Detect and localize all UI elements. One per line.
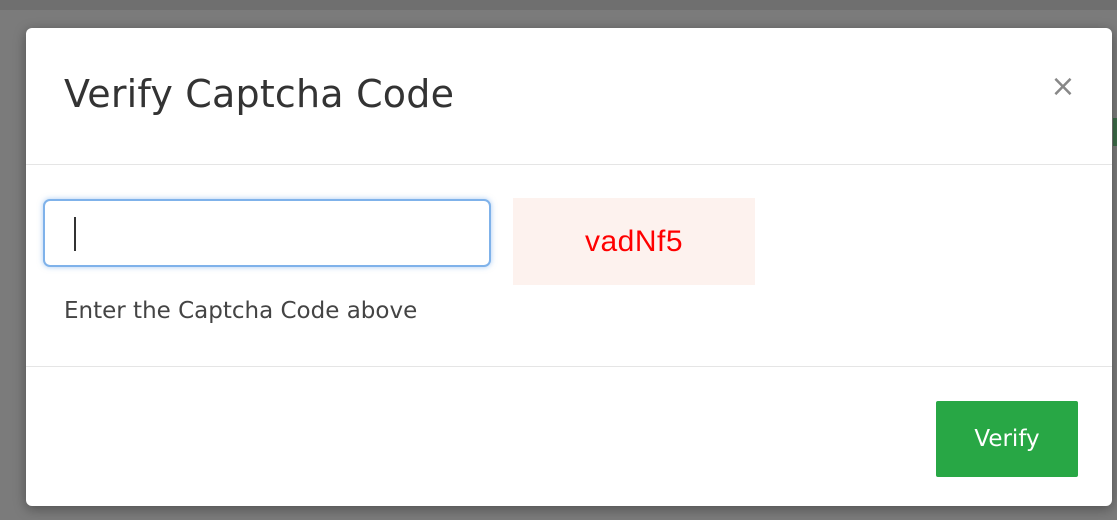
verify-button[interactable]: Verify <box>936 401 1078 477</box>
modal-header: Verify Captcha Code × <box>26 28 1112 165</box>
modal-footer: Verify <box>26 367 1112 506</box>
backdrop-top-strip <box>0 0 1117 10</box>
captcha-help-text: Enter the Captcha Code above <box>64 298 418 324</box>
text-caret <box>74 217 76 251</box>
captcha-code-box: vadNf5 <box>513 198 755 285</box>
close-icon[interactable]: × <box>1048 72 1078 102</box>
captcha-input[interactable] <box>43 199 491 267</box>
backdrop-accent <box>1113 118 1117 146</box>
modal-title: Verify Captcha Code <box>64 72 455 116</box>
captcha-modal: Verify Captcha Code × vadNf5 Enter the C… <box>26 28 1112 506</box>
captcha-code: vadNf5 <box>584 224 684 258</box>
modal-body: vadNf5 Enter the Captcha Code above <box>26 165 1112 367</box>
